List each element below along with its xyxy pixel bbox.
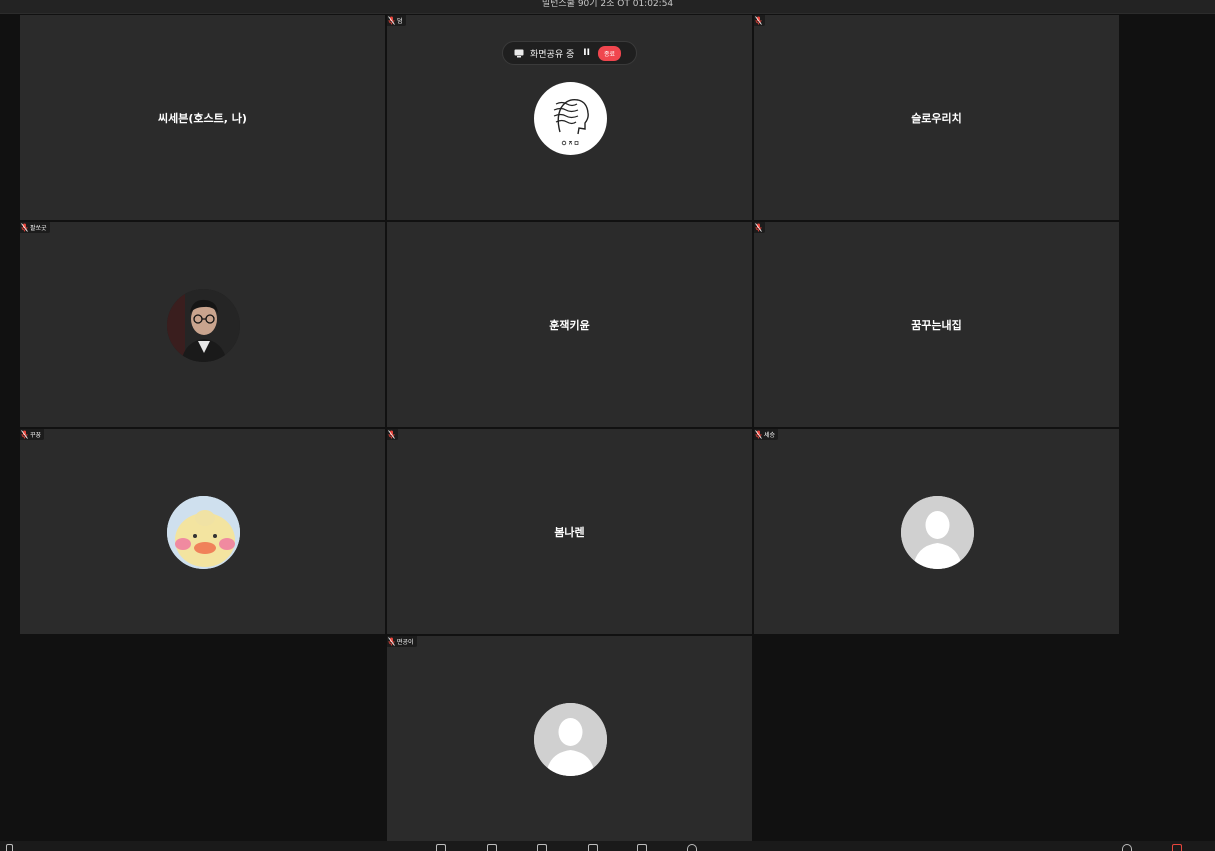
duck-plush-icon xyxy=(166,495,240,569)
gallery-view-icon[interactable] xyxy=(436,844,446,851)
mic-off-icon xyxy=(21,430,28,439)
more-icon[interactable] xyxy=(687,844,697,851)
participant-name: 씨세븐(호스트, 나) xyxy=(158,111,247,125)
mic-off-icon xyxy=(388,637,395,646)
default-user-icon xyxy=(900,495,974,569)
participant-name: 꿈꾸는내집 xyxy=(911,318,962,332)
participant-tag-name: 덤 xyxy=(397,18,403,25)
participant-tag: 팔쏘굿 xyxy=(20,222,50,233)
person-photo-icon xyxy=(166,288,240,362)
pause-share-button[interactable]: II xyxy=(583,48,590,58)
participant-tile[interactable]: 떤공이 xyxy=(387,636,752,851)
title-bar: 밀턴스쿨 90기 2조 OT 01:02:54 xyxy=(0,0,1215,14)
head-waves-logo-icon xyxy=(553,98,589,145)
participant-tile[interactable]: 슬로우리치 xyxy=(754,15,1119,220)
mic-icon[interactable] xyxy=(6,844,13,851)
avatar xyxy=(900,495,974,569)
mic-off-icon xyxy=(755,223,762,232)
leave-call-icon[interactable] xyxy=(1172,844,1182,851)
participant-tile[interactable]: 세승 xyxy=(754,429,1119,634)
participant-tile[interactable]: 꾸꿍 xyxy=(20,429,385,634)
avatar xyxy=(533,81,607,155)
participant-name: 슬로우리치 xyxy=(911,111,962,125)
screen-share-bar: 화면공유 중 II 종료 xyxy=(502,41,637,65)
participant-tag: 떤공이 xyxy=(387,636,417,647)
participant-tag-name: 세승 xyxy=(764,432,776,439)
settings-icon[interactable] xyxy=(1122,844,1132,851)
participant-tag-name: 떤공이 xyxy=(397,639,414,646)
meeting-title: 밀턴스쿨 90기 2조 OT 01:02:54 xyxy=(541,0,674,9)
participants-icon[interactable] xyxy=(588,844,598,851)
video-grid: 씨세븐(호스트, 나) 덤 슬로우리치 팔쏘굿 훈잭키윤 꿈꾸는내집 꾸꿍 봄나… xyxy=(20,15,1120,851)
mic-off-icon xyxy=(755,430,762,439)
chat-icon[interactable] xyxy=(487,844,497,851)
avatar xyxy=(166,288,240,362)
mic-off-icon xyxy=(388,430,395,439)
share-screen-icon[interactable] xyxy=(537,844,547,851)
mic-off-icon xyxy=(755,16,762,25)
participant-name: 훈잭키윤 xyxy=(549,318,590,332)
screen-share-icon xyxy=(514,49,524,57)
screen-share-label: 화면공유 중 xyxy=(530,49,575,60)
mic-off-icon xyxy=(21,223,28,232)
participant-tag-name: 꾸꿍 xyxy=(30,432,42,439)
participant-name: 봄나렌 xyxy=(554,525,585,539)
participant-tag: 세승 xyxy=(754,429,779,440)
stop-share-button[interactable]: 종료 xyxy=(597,45,622,61)
participant-tag: 꾸꿍 xyxy=(20,429,45,440)
participant-tile[interactable]: 봄나렌 xyxy=(387,429,752,634)
default-user-icon xyxy=(533,703,607,776)
participant-tag xyxy=(387,429,398,440)
participant-tile[interactable]: 씨세븐(호스트, 나) xyxy=(20,15,385,220)
participant-tag xyxy=(754,15,765,26)
participant-tag xyxy=(754,222,765,233)
participant-tile[interactable]: 훈잭키윤 xyxy=(387,222,752,427)
avatar xyxy=(533,703,607,776)
participant-tile[interactable]: 팔쏘굿 xyxy=(20,222,385,427)
reactions-icon[interactable] xyxy=(637,844,647,851)
mic-off-icon xyxy=(388,16,395,25)
participant-tile[interactable]: 꿈꾸는내집 xyxy=(754,222,1119,427)
participant-tag: 덤 xyxy=(387,15,406,26)
participant-tag-name: 팔쏘굿 xyxy=(30,225,47,232)
avatar xyxy=(166,495,240,569)
bottom-toolbar xyxy=(0,841,1215,851)
